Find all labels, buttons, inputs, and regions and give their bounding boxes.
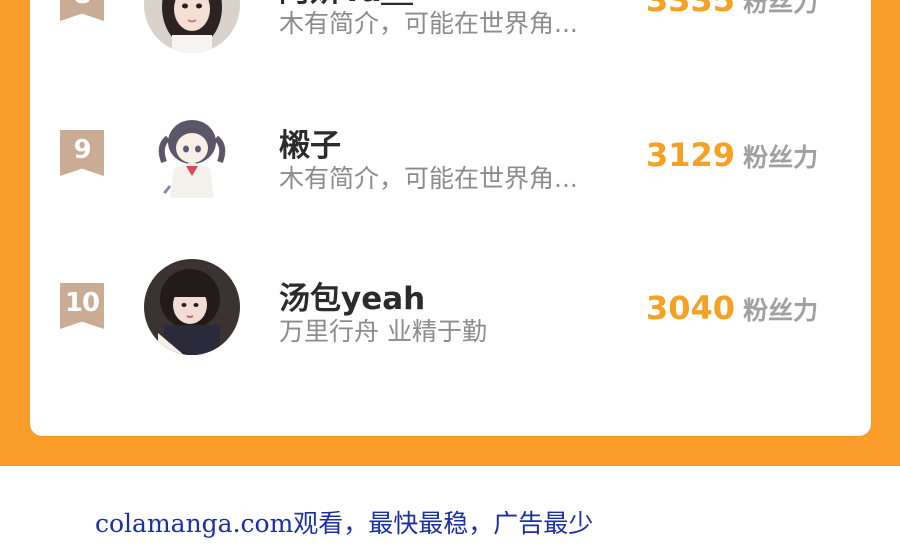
user-bio: 木有简介，可能在世界角... [279,164,578,193]
ranking-row[interactable]: 9 樧子 木有简介，可能在世界角... 3129 粉丝力 [30,106,871,250]
ranking-list-card: 8 阿妍Ya＿ 木有简介，可能在世界角... 3335粉丝力 9 [30,0,871,436]
footer-watermark-text: colamanga.com观看，最快最稳，广告最少 [95,509,594,538]
fans-number: 3129 [646,136,736,174]
fans-unit-label: 粉丝力 [743,0,819,17]
avatar-anime-girl-icon[interactable] [144,106,240,202]
rank-badge: 9 [60,130,104,176]
fans-unit-label: 粉丝力 [743,296,819,325]
rank-badge: 10 [60,283,104,329]
avatar-girl-selfie-icon[interactable] [144,259,240,355]
fans-count: 3335 粉丝力 [646,0,818,19]
user-bio: 万里行舟 业精于勤 [279,317,487,346]
fans-count: 3040 粉丝力 [646,289,818,327]
ranking-row[interactable]: 10 汤包yeah 万里行舟 业精于勤 3040 粉丝力 [30,259,871,403]
user-bio: 木有简介，可能在世界角... [279,9,578,38]
fans-unit-label: 粉丝力 [743,143,819,172]
ranking-row[interactable]: 8 阿妍Ya＿ 木有简介，可能在世界角... 3335粉丝力 [30,0,871,95]
fans-count: 3129 粉丝力 [646,136,818,174]
avatar-girl-photo-icon[interactable] [144,0,240,53]
rank-badge: 8 [60,0,104,21]
fans-number: 3335 [646,0,736,19]
fans-number: 3040 [646,289,736,327]
